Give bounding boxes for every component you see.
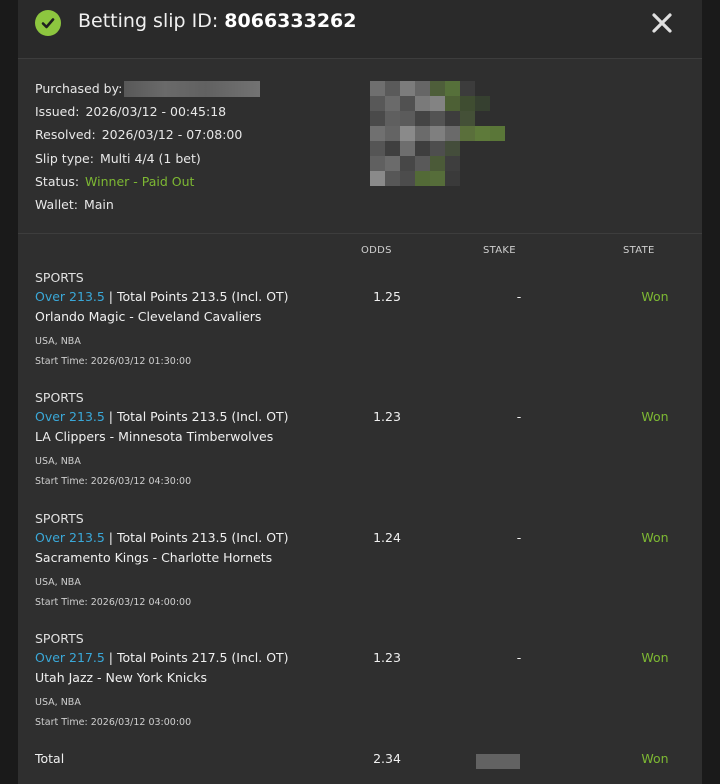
- status-value: Winner - Paid Out: [85, 173, 195, 189]
- total-stake-redacted: [476, 754, 520, 769]
- title-prefix: Betting slip ID:: [78, 10, 219, 32]
- issued-value: 2026/03/12 - 00:45:18: [85, 104, 227, 120]
- bet-start-time: Start Time: 2026/03/12 03:00:00: [35, 716, 192, 728]
- bet-start-time: Start Time: 2026/03/12 01:30:00: [35, 355, 192, 367]
- bet-state: Won: [641, 409, 669, 424]
- status-label: Status:: [35, 173, 80, 189]
- wallet-row: Wallet: Main: [35, 193, 260, 216]
- total-label: Total: [35, 751, 65, 766]
- issued-label: Issued:: [35, 104, 80, 120]
- bet-league: USA, NBA: [35, 576, 81, 588]
- bet-selection: Over 213.5: [35, 530, 105, 545]
- bet-market-text: | Total Points 217.5 (Incl. OT): [104, 650, 289, 665]
- resolved-row: Resolved: 2026/03/12 - 07:08:00: [35, 123, 260, 146]
- bet-category: SPORTS: [35, 511, 84, 526]
- bet-start-time: Start Time: 2026/03/12 04:30:00: [35, 475, 192, 487]
- bet-selection: Over 213.5: [35, 409, 105, 424]
- bet-teams: LA Clippers - Minnesota Timberwolves: [35, 429, 274, 444]
- wallet-label: Wallet:: [35, 197, 78, 213]
- slip-type-label: Slip type:: [35, 150, 94, 166]
- purchased-by-redacted: [124, 80, 261, 97]
- bet-stake: -: [516, 409, 522, 424]
- resolved-label: Resolved:: [35, 127, 96, 143]
- bet-category: SPORTS: [35, 390, 84, 405]
- bet-row: SPORTS Over 213.5 | Total Points 213.5 (…: [35, 270, 695, 371]
- column-header-odds: ODDS: [361, 245, 392, 256]
- bet-state: Won: [641, 650, 669, 665]
- page-backdrop-left: [0, 0, 18, 784]
- slip-info: Purchased by: Issued: 2026/03/12 - 00:45…: [18, 59, 702, 234]
- bet-league: USA, NBA: [35, 335, 81, 347]
- bet-selection: Over 213.5: [35, 289, 105, 304]
- betting-slip-modal: Betting slip ID: 8066333262 Purchased by…: [18, 0, 702, 784]
- status-row: Status: Winner - Paid Out: [35, 170, 260, 193]
- purchased-by-label: Purchased by:: [35, 81, 123, 97]
- bet-state: Won: [641, 530, 669, 545]
- column-header-state: STATE: [623, 245, 655, 256]
- issued-row: Issued: 2026/03/12 - 00:45:18: [35, 100, 260, 123]
- close-icon[interactable]: [650, 11, 674, 35]
- total-odds: 2.34: [373, 751, 401, 766]
- bet-stake: -: [516, 289, 522, 304]
- check-circle-icon: [35, 10, 61, 36]
- bet-market-text: | Total Points 213.5 (Incl. OT): [104, 289, 289, 304]
- bet-market-text: | Total Points 213.5 (Incl. OT): [104, 409, 289, 424]
- bet-row: SPORTS Over 217.5 | Total Points 217.5 (…: [35, 631, 695, 732]
- qr-code-redacted: [370, 81, 520, 189]
- bet-selection: Over 217.5: [35, 650, 105, 665]
- bet-row: SPORTS Over 213.5 | Total Points 213.5 (…: [35, 511, 695, 612]
- bet-teams: Orlando Magic - Cleveland Cavaliers: [35, 309, 262, 324]
- bet-odds: 1.23: [373, 409, 401, 424]
- bet-odds: 1.24: [373, 530, 401, 545]
- page-backdrop-right: [702, 0, 720, 784]
- bet-league: USA, NBA: [35, 455, 81, 467]
- bet-start-time: Start Time: 2026/03/12 04:00:00: [35, 596, 192, 608]
- slip-type-value: Multi 4/4 (1 bet): [99, 150, 201, 166]
- bet-odds: 1.23: [373, 650, 401, 665]
- bet-teams: Utah Jazz - New York Knicks: [35, 670, 207, 685]
- resolved-value: 2026/03/12 - 07:08:00: [101, 127, 243, 143]
- modal-title: Betting slip ID: 8066333262: [78, 10, 357, 32]
- bet-category: SPORTS: [35, 631, 84, 646]
- column-header-stake: STAKE: [483, 245, 516, 256]
- slip-id: 8066333262: [224, 10, 357, 32]
- bet-market-text: | Total Points 213.5 (Incl. OT): [104, 530, 289, 545]
- slip-type-row: Slip type: Multi 4/4 (1 bet): [35, 147, 260, 170]
- bet-stake: -: [516, 530, 522, 545]
- total-state: Won: [641, 751, 669, 766]
- bet-row: SPORTS Over 213.5 | Total Points 213.5 (…: [35, 390, 695, 491]
- bet-odds: 1.25: [373, 289, 401, 304]
- purchased-by-row: Purchased by:: [35, 77, 261, 100]
- bet-teams: Sacramento Kings - Charlotte Hornets: [35, 550, 273, 565]
- bet-state: Won: [641, 289, 669, 304]
- bet-league: USA, NBA: [35, 696, 81, 708]
- wallet-value: Main: [83, 197, 114, 213]
- bet-category: SPORTS: [35, 270, 84, 285]
- bet-stake: -: [516, 650, 522, 665]
- modal-header: Betting slip ID: 8066333262: [18, 0, 702, 59]
